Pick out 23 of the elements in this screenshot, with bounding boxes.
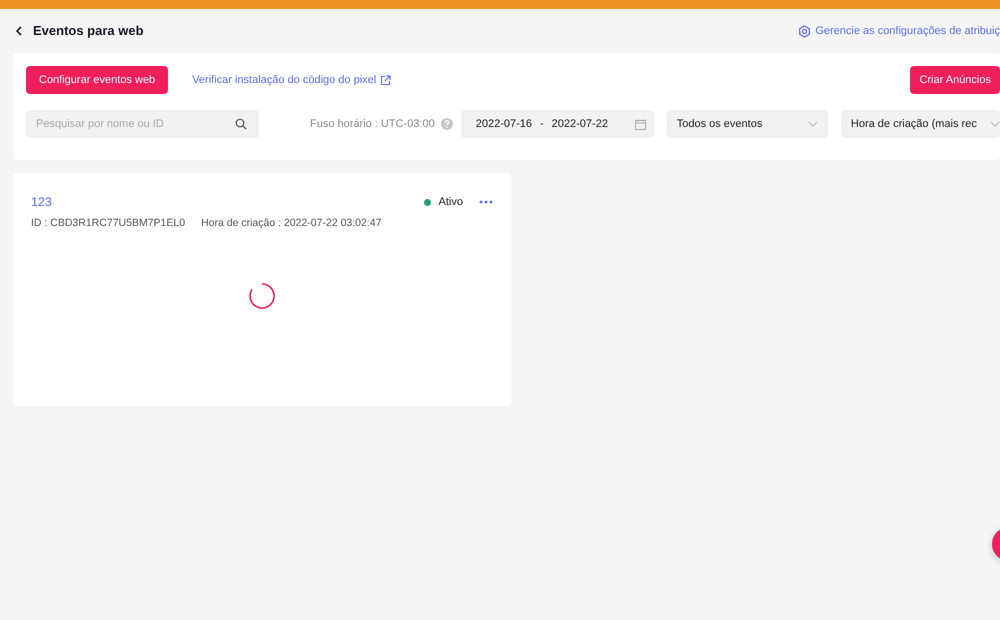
timezone-label: Fuso horário : UTC-03:00 [310,116,435,132]
chevron-down-icon [990,121,1000,127]
page-title: Eventos para web [33,22,144,40]
date-range-field[interactable]: 2022-07-16 - 2022-07-22 [460,110,654,138]
help-icon [440,118,453,130]
calendar-icon [634,118,646,130]
gear-icon [798,24,812,38]
search-icon [235,118,247,130]
more-button[interactable] [479,200,493,204]
settings-link[interactable]: Gerencie as configurações de atribuiç [798,22,1000,40]
more-icon [479,200,493,204]
created-time: Hora de criação : 2022-07-22 03:02:47 [201,216,382,231]
search-field[interactable]: Pesquisar por nome ou ID [26,110,259,138]
chevron-down-icon [808,121,818,127]
sort-dropdown[interactable]: Hora de criação (mais rec [840,110,1000,138]
pixel-id: ID : CBD3R1RC77U5BM7P1EL0 [31,216,186,231]
verify-link[interactable]: Verificar instalação do código do pixel [192,72,392,88]
event-filter-dropdown[interactable]: Todos os eventos [666,110,828,138]
pixel-name-link[interactable]: 123 [31,193,52,212]
status-label: Ativo [438,195,463,210]
create-ads-button[interactable]: Criar Anúncios [910,66,1000,94]
configure-button[interactable]: Configurar eventos web [26,66,168,94]
external-link-icon [380,74,392,86]
